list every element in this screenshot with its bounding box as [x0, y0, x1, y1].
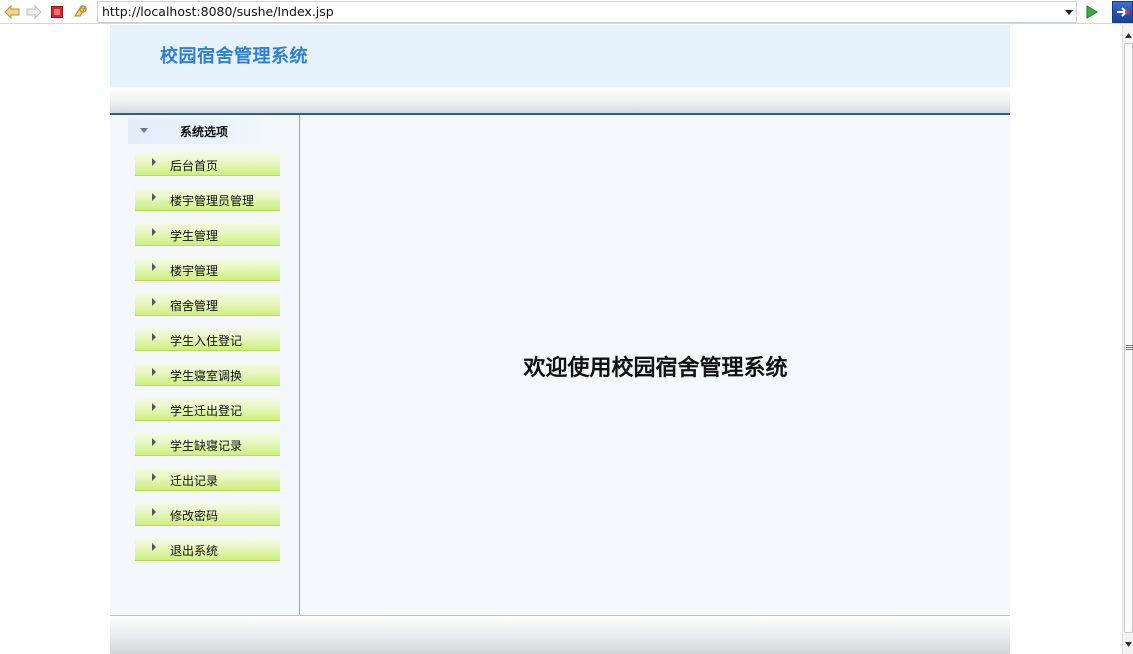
caret-right-icon — [152, 368, 156, 376]
sidebar-item-move-out-records[interactable]: 迁出记录 — [135, 467, 280, 491]
stop-icon[interactable] — [47, 2, 67, 22]
welcome-message: 欢迎使用校园宿舍管理系统 — [523, 355, 788, 381]
grip-icon — [1126, 344, 1133, 352]
collapse-arrow-icon — [140, 128, 148, 133]
sidebar-item-check-out[interactable]: 学生迁出登记 — [135, 397, 280, 421]
sidebar-item-buildings[interactable]: 楼宇管理 — [135, 257, 280, 281]
refresh-icon[interactable] — [70, 2, 90, 22]
sidebar-item-students[interactable]: 学生管理 — [135, 222, 280, 246]
sidebar-item-label: 修改密码 — [170, 509, 219, 523]
sidebar-item-label: 学生迁出登记 — [170, 404, 243, 418]
sidebar-item-logout[interactable]: 退出系统 — [135, 537, 280, 561]
header-banner: 校园宿舍管理系统 — [110, 25, 1010, 87]
sidebar-item-room-transfer[interactable]: 学生寝室调换 — [135, 362, 280, 386]
sidebar-item-label: 后台首页 — [170, 159, 219, 173]
sidebar-item-label: 退出系统 — [170, 544, 219, 558]
page-title: 校园宿舍管理系统 — [160, 46, 308, 67]
sidebar-item-change-password[interactable]: 修改密码 — [135, 502, 280, 526]
caret-right-icon — [152, 158, 156, 166]
sidebar-item-label: 宿舍管理 — [170, 299, 219, 313]
app-frame: 校园宿舍管理系统 系统选项 后台首页 楼宇管理员管理 学生管理 楼宇管理 宿舍管… — [110, 25, 1010, 654]
browser-toolbar: http://localhost:8080/sushe/Index.jsp — [0, 0, 1133, 24]
caret-right-icon — [152, 263, 156, 271]
sidebar-item-absence[interactable]: 学生缺寝记录 — [135, 432, 280, 456]
sidebar-item-label: 楼宇管理 — [170, 264, 219, 278]
address-bar[interactable]: http://localhost:8080/sushe/Index.jsp — [97, 1, 1077, 23]
caret-right-icon — [152, 473, 156, 481]
sidebar-item-check-in[interactable]: 学生入住登记 — [135, 327, 280, 351]
sidebar-heading[interactable]: 系统选项 — [128, 118, 278, 144]
top-divider-bar — [110, 87, 1010, 115]
scrollbar-thumb[interactable] — [1124, 43, 1133, 633]
sidebar-item-label: 学生管理 — [170, 229, 219, 243]
back-icon[interactable] — [2, 2, 22, 22]
caret-right-icon — [152, 333, 156, 341]
sidebar: 系统选项 后台首页 楼宇管理员管理 学生管理 楼宇管理 宿舍管理 学生入住登记 … — [110, 115, 300, 615]
forward-icon[interactable] — [24, 2, 44, 22]
scroll-up-icon[interactable] — [1124, 28, 1133, 42]
caret-right-icon — [152, 228, 156, 236]
sidebar-item-label: 楼宇管理员管理 — [170, 194, 255, 208]
sidebar-item-label: 学生缺寝记录 — [170, 439, 243, 453]
go-icon[interactable] — [1082, 2, 1102, 22]
sidebar-item-label: 学生寝室调换 — [170, 369, 243, 383]
main-panel: 欢迎使用校园宿舍管理系统 — [301, 115, 1010, 615]
sidebar-item-home[interactable]: 后台首页 — [135, 152, 280, 176]
sidebar-item-dorms[interactable]: 宿舍管理 — [135, 292, 280, 316]
sidebar-item-label: 学生入住登记 — [170, 334, 243, 348]
footer-bar — [110, 615, 1010, 654]
content-area: 系统选项 后台首页 楼宇管理员管理 学生管理 楼宇管理 宿舍管理 学生入住登记 … — [110, 115, 1010, 615]
sidebar-item-label: 迁出记录 — [170, 474, 219, 488]
caret-right-icon — [152, 193, 156, 201]
caret-right-icon — [152, 403, 156, 411]
vertical-scrollbar[interactable] — [1122, 25, 1133, 654]
sidebar-heading-label: 系统选项 — [180, 125, 229, 139]
caret-right-icon — [152, 438, 156, 446]
caret-right-icon — [152, 508, 156, 516]
extension-icon[interactable] — [1112, 1, 1133, 23]
scroll-down-icon[interactable] — [1124, 637, 1133, 651]
caret-right-icon — [152, 543, 156, 551]
dropdown-icon[interactable] — [1062, 4, 1076, 20]
sidebar-item-building-admin[interactable]: 楼宇管理员管理 — [135, 187, 280, 211]
caret-right-icon — [152, 298, 156, 306]
